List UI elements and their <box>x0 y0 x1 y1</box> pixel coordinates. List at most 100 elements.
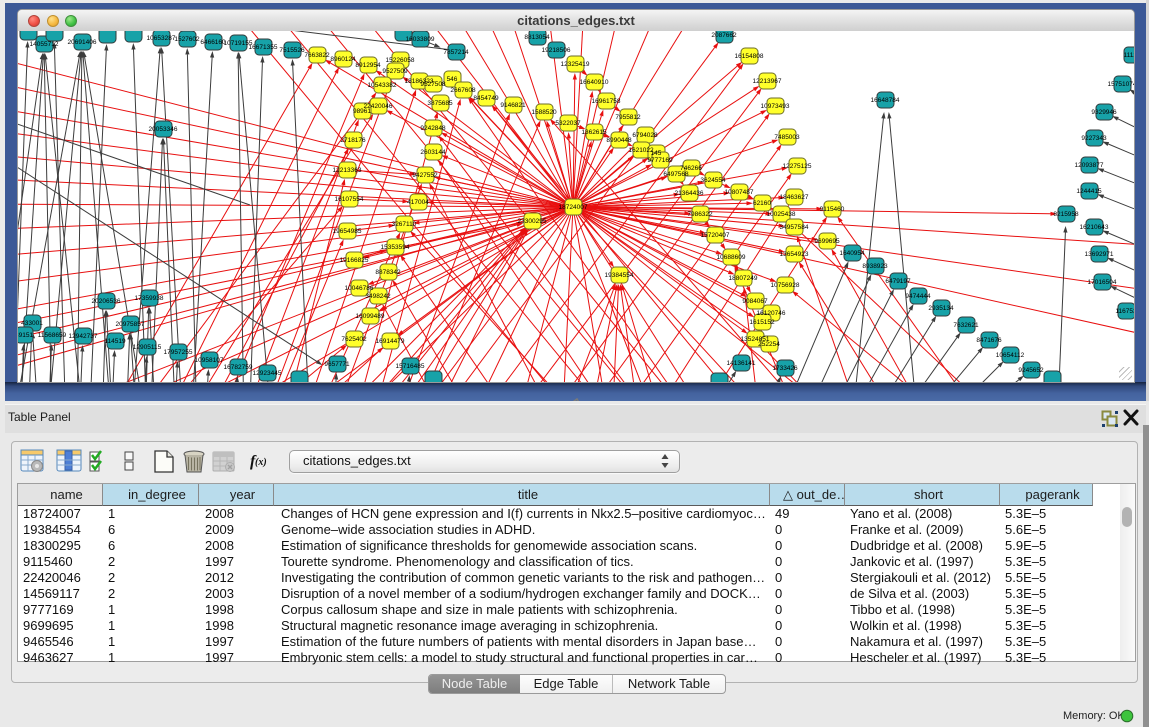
svg-text:7986322: 7986322 <box>687 211 713 218</box>
svg-text:10025438: 10025438 <box>767 211 796 218</box>
svg-text:13654923: 13654923 <box>780 251 809 258</box>
svg-text:9329946: 9329946 <box>1091 109 1117 116</box>
svg-text:18807249: 18807249 <box>729 275 758 282</box>
svg-text:8813054: 8813054 <box>524 34 550 41</box>
svg-text:10807487: 10807487 <box>725 189 754 196</box>
svg-text:9657771: 9657771 <box>324 361 350 368</box>
svg-text:16640910: 16640910 <box>580 79 609 86</box>
svg-text:16914479: 16914479 <box>376 338 405 345</box>
svg-text:2087662: 2087662 <box>711 32 737 39</box>
svg-text:12275125: 12275125 <box>783 163 812 170</box>
svg-text:116753: 116753 <box>1115 308 1134 315</box>
svg-text:18463627: 18463627 <box>780 194 809 201</box>
svg-text:16120746: 16120746 <box>757 310 786 317</box>
svg-text:9474444: 9474444 <box>905 293 931 300</box>
svg-text:8878342: 8878342 <box>375 269 401 276</box>
svg-text:8990448: 8990448 <box>606 137 632 144</box>
svg-text:62160: 62160 <box>753 200 771 207</box>
svg-text:10973493: 10973493 <box>761 103 790 110</box>
svg-text:8938923: 8938923 <box>862 263 888 270</box>
svg-text:14136141: 14136141 <box>727 360 756 367</box>
svg-text:20975857: 20975857 <box>116 321 145 328</box>
svg-text:2935134: 2935134 <box>928 305 954 312</box>
svg-text:20053346: 20053346 <box>149 126 178 133</box>
svg-text:17957255: 17957255 <box>164 349 193 356</box>
svg-text:16033809: 16033809 <box>406 36 435 43</box>
svg-text:15720407: 15720407 <box>701 232 730 239</box>
svg-text:7632621: 7632621 <box>953 322 979 329</box>
svg-text:8215958: 8215958 <box>1053 211 1079 218</box>
svg-text:16648784: 16648784 <box>871 97 900 104</box>
svg-text:19654985: 19654985 <box>333 228 362 235</box>
svg-text:2667608: 2667608 <box>450 87 476 94</box>
svg-text:16107554: 16107554 <box>335 196 364 203</box>
svg-text:417004: 417004 <box>407 199 429 206</box>
svg-text:15716485: 15716485 <box>396 363 425 370</box>
svg-text:8454749: 8454749 <box>473 95 499 102</box>
svg-text:3875685: 3875685 <box>427 100 453 107</box>
svg-text:16154808: 16154808 <box>735 53 764 60</box>
svg-text:13692971: 13692971 <box>1085 251 1114 258</box>
svg-text:1244415: 1244415 <box>1076 188 1102 195</box>
svg-text:12942737: 12942737 <box>69 333 98 340</box>
svg-text:16782759: 16782759 <box>224 364 253 371</box>
svg-text:15353594: 15353594 <box>381 244 410 251</box>
svg-text:19218506: 19218506 <box>542 47 571 54</box>
svg-text:1588520: 1588520 <box>531 109 557 116</box>
svg-text:16671355: 16671355 <box>249 44 278 51</box>
svg-text:1527602: 1527602 <box>174 36 200 43</box>
svg-text:20206536: 20206536 <box>92 298 121 305</box>
svg-text:10046786: 10046786 <box>345 285 374 292</box>
svg-text:9242848: 9242848 <box>420 125 446 132</box>
svg-text:12213363: 12213363 <box>333 167 362 174</box>
svg-text:6794028: 6794028 <box>632 132 658 139</box>
svg-text:17359938: 17359938 <box>135 295 164 302</box>
svg-text:15751074: 15751074 <box>1108 81 1134 88</box>
svg-text:2718176: 2718176 <box>340 137 366 144</box>
svg-text:9084067: 9084067 <box>742 298 768 305</box>
svg-text:10543382: 10543382 <box>368 82 397 89</box>
svg-text:3498242: 3498242 <box>365 293 391 300</box>
svg-text:19166825: 19166825 <box>340 257 369 264</box>
svg-text:19384554: 19384554 <box>605 272 634 279</box>
svg-text:9245652: 9245652 <box>1018 367 1044 374</box>
svg-text:3267110: 3267110 <box>392 221 417 228</box>
svg-text:7515526: 7515526 <box>279 47 305 54</box>
svg-text:1362615: 1362615 <box>581 129 607 136</box>
svg-text:(x): (x) <box>255 457 267 468</box>
svg-text:145: 145 <box>651 150 662 157</box>
svg-text:7955812: 7955812 <box>615 114 641 121</box>
svg-text:10688609: 10688609 <box>717 254 746 261</box>
svg-text:7663822: 7663822 <box>304 52 330 59</box>
svg-text:546: 546 <box>447 76 458 83</box>
svg-text:9427552: 9427552 <box>412 172 438 179</box>
svg-text:9527508: 9527508 <box>420 81 446 88</box>
svg-text:12325419: 12325419 <box>561 61 590 68</box>
svg-text:9115460: 9115460 <box>820 206 845 213</box>
svg-text:11123: 11123 <box>1123 52 1134 59</box>
svg-text:18724007: 18724007 <box>559 204 588 211</box>
svg-text:1733426: 1733426 <box>772 365 798 372</box>
svg-text:8471676: 8471676 <box>976 337 1002 344</box>
svg-text:16099489: 16099489 <box>356 313 385 320</box>
svg-text:39151: 39151 <box>18 332 33 339</box>
svg-text:14055712: 14055712 <box>30 41 59 48</box>
svg-text:7485003: 7485003 <box>774 134 800 141</box>
svg-text:11568659: 11568659 <box>38 332 67 339</box>
svg-text:98961: 98961 <box>353 108 371 115</box>
svg-text:7625402: 7625402 <box>341 336 367 343</box>
svg-text:252254: 252254 <box>758 341 780 348</box>
svg-text:15226058: 15226058 <box>386 57 415 64</box>
svg-text:12093877: 12093877 <box>1075 162 1104 169</box>
svg-text:433001: 433001 <box>21 320 43 327</box>
svg-text:6479197: 6479197 <box>885 278 911 285</box>
svg-text:5322037: 5322037 <box>555 120 581 127</box>
svg-text:9527509: 9527509 <box>382 68 408 75</box>
svg-text:10756928: 10756928 <box>771 282 800 289</box>
svg-text:12923445: 12923445 <box>253 370 282 377</box>
svg-text:10958107: 10958107 <box>195 357 224 364</box>
svg-text:3624554: 3624554 <box>700 177 726 184</box>
svg-text:12905115: 12905115 <box>133 344 162 351</box>
svg-text:16210643: 16210643 <box>1080 224 1109 231</box>
svg-text:2603144: 2603144 <box>420 149 446 156</box>
